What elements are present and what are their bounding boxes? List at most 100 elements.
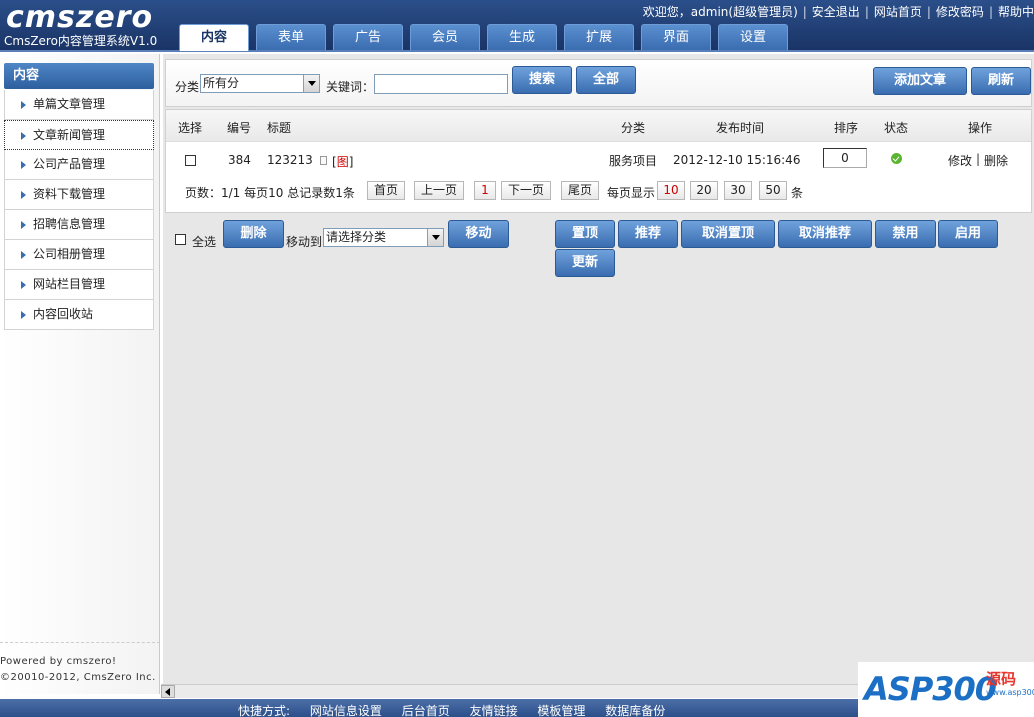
shortcut-db-backup[interactable]: 数据库备份 bbox=[605, 704, 665, 717]
system-name: CmsZero内容管理系统V1.0 bbox=[4, 34, 158, 48]
sidebar-item-downloads[interactable]: 资料下载管理 bbox=[4, 180, 154, 210]
shortcut-site-settings[interactable]: 网站信息设置 bbox=[310, 704, 382, 717]
search-button[interactable]: 搜索 bbox=[512, 66, 572, 94]
row-edit-link[interactable]: 修改 bbox=[948, 152, 972, 169]
tab-extensions[interactable]: 扩展 bbox=[564, 24, 634, 50]
delete-button[interactable]: 删除 bbox=[223, 220, 284, 248]
pager-current[interactable]: 1 bbox=[474, 181, 496, 200]
logo: cmszero bbox=[6, 0, 154, 35]
arrow-right-icon bbox=[21, 132, 26, 140]
sidebar-item-label: 公司产品管理 bbox=[33, 157, 106, 171]
chevron-down-icon[interactable] bbox=[303, 75, 319, 92]
arrow-right-icon bbox=[21, 221, 26, 229]
site-home-link[interactable]: 网站首页 bbox=[874, 5, 922, 19]
row-title[interactable]: 123213 bbox=[267, 153, 313, 167]
tab-forms[interactable]: 表单 bbox=[256, 24, 326, 50]
pager-prev[interactable]: 上一页 bbox=[414, 181, 464, 200]
logout-link[interactable]: 安全退出 bbox=[812, 5, 860, 19]
pager-next[interactable]: 下一页 bbox=[501, 181, 551, 200]
document-icon bbox=[320, 156, 327, 165]
table-header: 选择 编号 标题 分类 发布时间 排序 状态 操作 bbox=[166, 110, 1031, 142]
per-page-10[interactable]: 10 bbox=[657, 181, 685, 200]
arrow-right-icon bbox=[21, 281, 26, 289]
enable-button[interactable]: 启用 bbox=[938, 220, 998, 248]
move-to-label: 移动到 bbox=[286, 235, 323, 249]
watermark-text: ASP300 bbox=[864, 670, 997, 708]
select-all-checkbox[interactable] bbox=[175, 234, 186, 245]
sidebar-item-label: 单篇文章管理 bbox=[33, 97, 106, 111]
col-id: 编号 bbox=[227, 121, 252, 135]
sidebar-item-label: 招聘信息管理 bbox=[33, 217, 106, 231]
unrecommend-button[interactable]: 取消推荐 bbox=[778, 220, 872, 248]
status-ok-icon[interactable] bbox=[891, 153, 902, 164]
per-page-30[interactable]: 30 bbox=[724, 181, 752, 200]
all-button[interactable]: 全部 bbox=[576, 66, 636, 94]
row-pic-tag-inner: 图 bbox=[336, 155, 349, 169]
recommend-button[interactable]: 推荐 bbox=[618, 220, 678, 248]
pager-first[interactable]: 首页 bbox=[367, 181, 405, 200]
arrow-right-icon bbox=[21, 101, 26, 109]
row-publish-time: 2012-12-10 15:16:46 bbox=[673, 153, 801, 167]
sidebar-item-products[interactable]: 公司产品管理 bbox=[4, 150, 154, 180]
update-button[interactable]: 更新 bbox=[555, 249, 615, 277]
sidebar-item-recycle[interactable]: 内容回收站 bbox=[4, 300, 154, 330]
col-publish-time: 发布时间 bbox=[716, 121, 765, 135]
shortcut-admin-home[interactable]: 后台首页 bbox=[402, 704, 450, 717]
row-checkbox[interactable] bbox=[185, 155, 196, 166]
col-title: 标题 bbox=[267, 121, 292, 135]
unpin-button[interactable]: 取消置顶 bbox=[681, 220, 775, 248]
shortcut-templates[interactable]: 模板管理 bbox=[537, 704, 585, 717]
watermark-logo: ASP300 源码 www.asp300.com bbox=[858, 662, 1034, 717]
tab-members[interactable]: 会员 bbox=[410, 24, 480, 50]
per-page-20[interactable]: 20 bbox=[690, 181, 718, 200]
main-nav-tabs: 内容 表单 广告 会员 生成 扩展 界面 设置 bbox=[179, 24, 795, 51]
tab-interface[interactable]: 界面 bbox=[641, 24, 711, 50]
per-page-label: 每页显示 bbox=[607, 186, 656, 200]
copyright-line: ©20010-2012, CmsZero Inc. bbox=[0, 672, 156, 683]
category-select[interactable]: 所有分 bbox=[200, 74, 320, 93]
sidebar-item-single-article[interactable]: 单篇文章管理 bbox=[4, 90, 154, 120]
pager-last[interactable]: 尾页 bbox=[561, 181, 599, 200]
powered-line: Powered by cmszero! bbox=[0, 656, 117, 667]
sidebar: 内容 单篇文章管理 文章新闻管理 公司产品管理 资料下载管理 招聘信息管理 公司… bbox=[0, 54, 160, 694]
sidebar-item-label: 网站栏目管理 bbox=[33, 277, 106, 291]
arrow-right-icon bbox=[21, 251, 26, 259]
watermark-sub: 源码 bbox=[986, 670, 1017, 688]
col-actions: 操作 bbox=[968, 121, 993, 135]
sidebar-list: 单篇文章管理 文章新闻管理 公司产品管理 资料下载管理 招聘信息管理 公司相册管… bbox=[4, 90, 154, 330]
tab-generate[interactable]: 生成 bbox=[487, 24, 557, 50]
sidebar-item-label: 内容回收站 bbox=[33, 307, 94, 321]
sidebar-item-jobs[interactable]: 招聘信息管理 bbox=[4, 210, 154, 240]
arrow-right-icon bbox=[21, 311, 26, 319]
horizontal-scrollbar[interactable] bbox=[161, 684, 858, 698]
move-category-select[interactable]: 请选择分类 bbox=[323, 228, 444, 247]
move-category-value: 请选择分类 bbox=[326, 230, 387, 244]
shortcut-links: 快捷方式: 网站信息设置 后台首页 友情链接 模板管理 数据库备份 bbox=[238, 699, 681, 717]
sidebar-item-news[interactable]: 文章新闻管理 bbox=[4, 120, 154, 150]
pin-top-button[interactable]: 置顶 bbox=[555, 220, 615, 248]
move-button[interactable]: 移动 bbox=[448, 220, 509, 248]
app-header: cmszero CmsZero内容管理系统V1.0 欢迎您，admin(超级管理… bbox=[0, 0, 1034, 52]
tab-settings[interactable]: 设置 bbox=[718, 24, 788, 50]
change-password-link[interactable]: 修改密码 bbox=[936, 5, 984, 19]
main-panel: 分类 所有分 关键词： 搜索 全部 添加文章 刷新 选择 编号 标题 分类 发布… bbox=[163, 54, 1034, 684]
keyword-input[interactable] bbox=[374, 74, 508, 94]
tab-ads[interactable]: 广告 bbox=[333, 24, 403, 50]
refresh-button[interactable]: 刷新 bbox=[971, 67, 1031, 95]
chevron-down-icon[interactable] bbox=[427, 229, 443, 246]
row-delete-link[interactable]: 删除 bbox=[984, 152, 1008, 169]
scroll-left-icon[interactable] bbox=[161, 685, 175, 698]
row-category: 服务项目 bbox=[609, 154, 658, 168]
help-link[interactable]: 帮助中 bbox=[998, 5, 1034, 19]
per-page-50[interactable]: 50 bbox=[759, 181, 787, 200]
row-sort-input[interactable]: 0 bbox=[823, 148, 867, 168]
watermark-url: www.asp300.com bbox=[986, 688, 1034, 697]
sidebar-item-columns[interactable]: 网站栏目管理 bbox=[4, 270, 154, 300]
disable-button[interactable]: 禁用 bbox=[875, 220, 936, 248]
tab-content[interactable]: 内容 bbox=[179, 24, 249, 51]
category-select-value: 所有分 bbox=[203, 76, 240, 90]
select-all-label: 全选 bbox=[192, 235, 217, 249]
sidebar-item-albums[interactable]: 公司相册管理 bbox=[4, 240, 154, 270]
add-article-button[interactable]: 添加文章 bbox=[873, 67, 967, 95]
shortcut-friend-links[interactable]: 友情链接 bbox=[470, 704, 518, 717]
